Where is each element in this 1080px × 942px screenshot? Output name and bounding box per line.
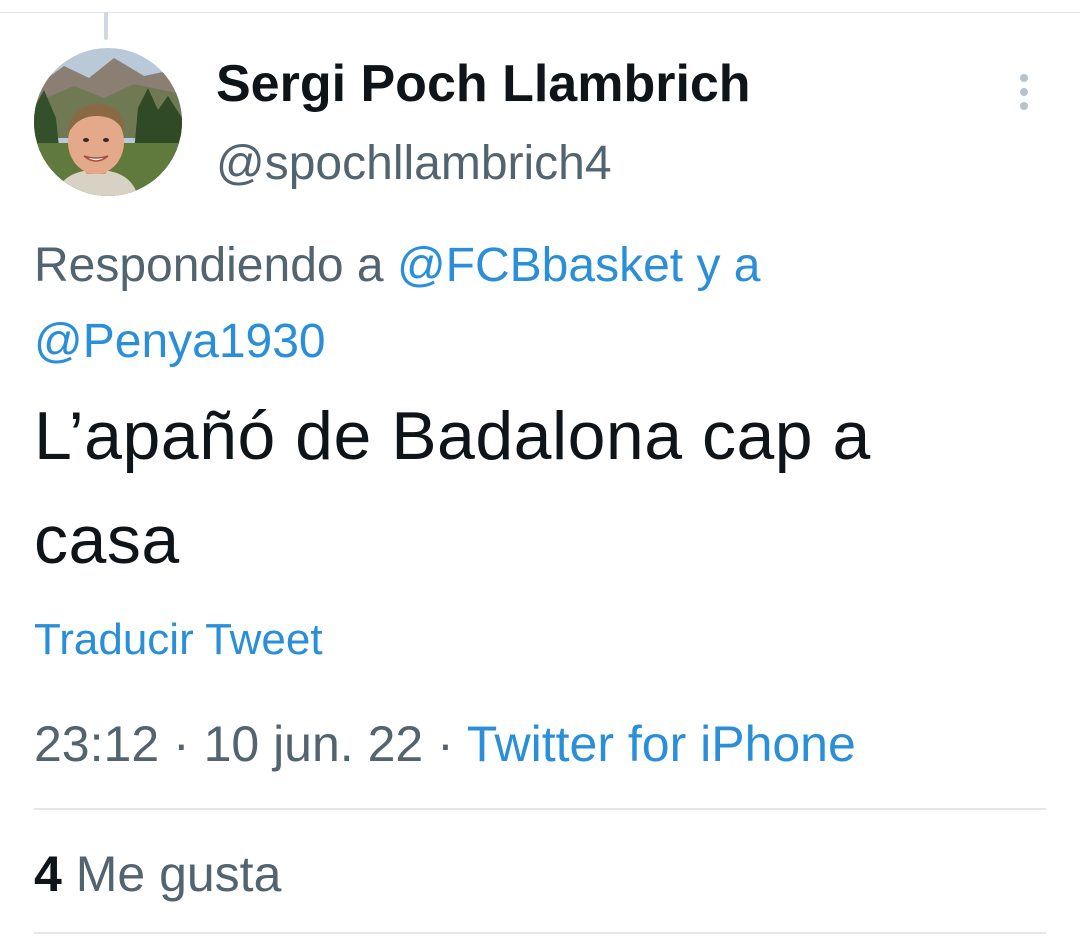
- thread-connector-line: [104, 12, 108, 40]
- translate-tweet-link[interactable]: Traducir Tweet: [34, 610, 323, 670]
- mention-link-penya1930[interactable]: @Penya1930: [34, 315, 326, 368]
- more-vertical-icon-dot: [1020, 102, 1028, 110]
- tweet-time[interactable]: 23:12: [34, 716, 159, 772]
- meta-separator: ·: [423, 716, 467, 772]
- tweet-source-link[interactable]: Twitter for iPhone: [467, 716, 856, 772]
- author-handle[interactable]: @spochllambrich4: [216, 134, 612, 194]
- likes-count: 4: [34, 846, 62, 902]
- likes-stat[interactable]: 4 Me gusta: [34, 842, 281, 906]
- tweet-date[interactable]: 10 jun. 22: [204, 716, 424, 772]
- more-vertical-icon-dot: [1020, 74, 1028, 82]
- divider: [34, 808, 1046, 810]
- mention-link-fcbbasket[interactable]: @FCBbasket: [397, 239, 683, 292]
- more-options-button[interactable]: [1004, 66, 1044, 118]
- avatar[interactable]: [34, 48, 182, 196]
- divider: [34, 932, 1046, 934]
- reply-context: Respondiendo a @FCBbasket y a @Penya1930: [34, 228, 1034, 380]
- reply-context-connector: y a: [683, 239, 761, 292]
- likes-label: Me gusta: [75, 846, 282, 902]
- top-border: [0, 12, 1080, 13]
- reply-context-prefix: Respondiendo a: [34, 239, 397, 292]
- more-vertical-icon-dot: [1020, 88, 1028, 96]
- meta-separator: ·: [159, 716, 204, 772]
- author-display-name[interactable]: Sergi Poch Llambrich: [216, 52, 751, 116]
- tweet-text: L’apañó de Badalona cap a casa: [34, 398, 871, 578]
- tweet-metadata: 23:12 · 10 jun. 22 · Twitter for iPhone: [34, 712, 856, 776]
